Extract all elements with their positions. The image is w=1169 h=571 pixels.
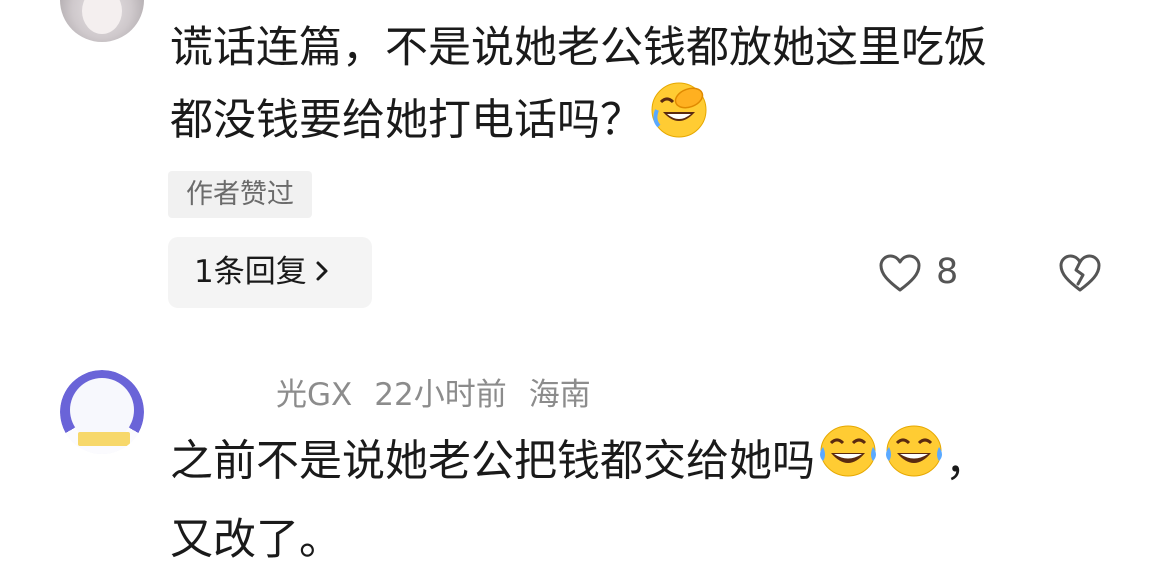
- like-count: 8: [936, 252, 959, 292]
- chevron-right-icon: [315, 237, 329, 308]
- comment-text-line: 之前不是说她老公把钱都交给她吗: [170, 436, 815, 487]
- comment-text-punctuation: ，: [945, 436, 988, 487]
- location: 海南: [528, 377, 591, 413]
- comment-text: 之前不是说她老公把钱都交给她吗 ，: [170, 425, 988, 501]
- tears-of-joy-emoji-icon: [817, 423, 879, 497]
- comment-text-line: 谎话连篇，不是说她老公钱都放她这里吃饭: [170, 23, 987, 73]
- broken-heart-outline-icon[interactable]: [1058, 253, 1102, 297]
- laughing-face-emoji-icon: [649, 80, 709, 158]
- comment-text: 又改了。: [170, 508, 342, 571]
- avatar[interactable]: [60, 0, 144, 42]
- comment-text: 谎话连篇，不是说她老公钱都放她这里吃饭: [170, 16, 987, 80]
- author-liked-badge: 作者赞过: [168, 171, 312, 218]
- comment-meta: 光GX 22小时前 海南: [276, 374, 591, 416]
- timestamp: 22小时前: [374, 377, 507, 413]
- view-replies-button[interactable]: 1条回复: [168, 237, 372, 308]
- comment-list: 谎话连篇，不是说她老公钱都放她这里吃饭 都没钱要给她打电话吗？ 作者赞过 1条回…: [0, 0, 1169, 571]
- comment-text-line: 又改了。: [170, 515, 342, 565]
- comment-text: 都没钱要给她打电话吗？: [170, 82, 709, 162]
- tears-of-joy-emoji-icon: [883, 423, 945, 497]
- avatar[interactable]: [60, 370, 144, 454]
- heart-outline-icon[interactable]: [878, 253, 922, 297]
- comment-text-line: 都没钱要给她打电话吗？: [170, 95, 643, 146]
- view-replies-label: 1条回复: [194, 254, 307, 290]
- username[interactable]: 光GX: [276, 377, 352, 413]
